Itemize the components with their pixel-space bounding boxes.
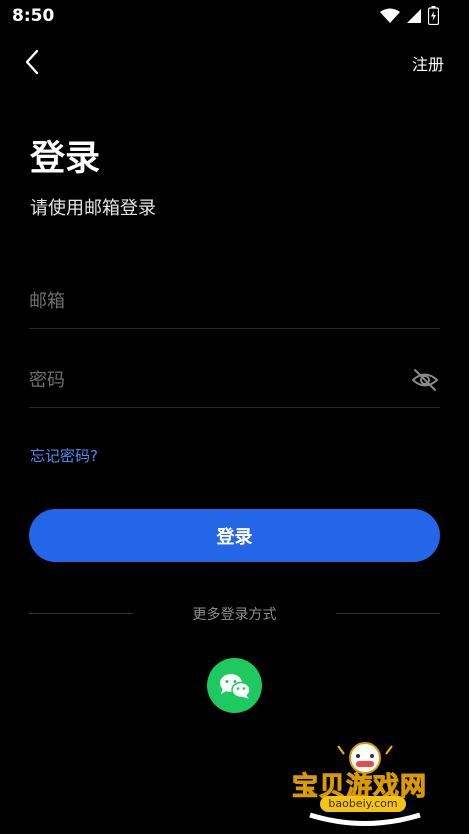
divider-right [336,613,440,614]
password-input[interactable] [29,357,389,403]
signal-icon [407,8,421,23]
back-icon[interactable] [20,48,48,76]
watermark-url: baobeiy.com [320,796,406,812]
forgot-password-link[interactable]: 忘记密码? [30,445,98,466]
status-bar: 8:50 [0,0,469,32]
eye-off-icon[interactable] [410,366,440,394]
status-icons [380,6,439,25]
page-subtitle: 请使用邮箱登录 [30,198,156,219]
email-input[interactable] [29,278,389,324]
watermark-logo: 宝贝游戏网 baobeiy.com [290,740,440,830]
email-field [29,278,440,329]
password-field [29,357,440,408]
login-button[interactable]: 登录 [29,509,440,562]
status-time: 8:50 [12,6,55,26]
register-link[interactable]: 注册 [412,51,444,75]
wechat-login-button[interactable] [207,658,262,713]
wechat-icon [219,673,251,699]
battery-icon [428,6,439,25]
wifi-icon [380,8,400,23]
page-title: 登录 [30,139,101,179]
more-login-label: 更多登录方式 [192,607,277,623]
